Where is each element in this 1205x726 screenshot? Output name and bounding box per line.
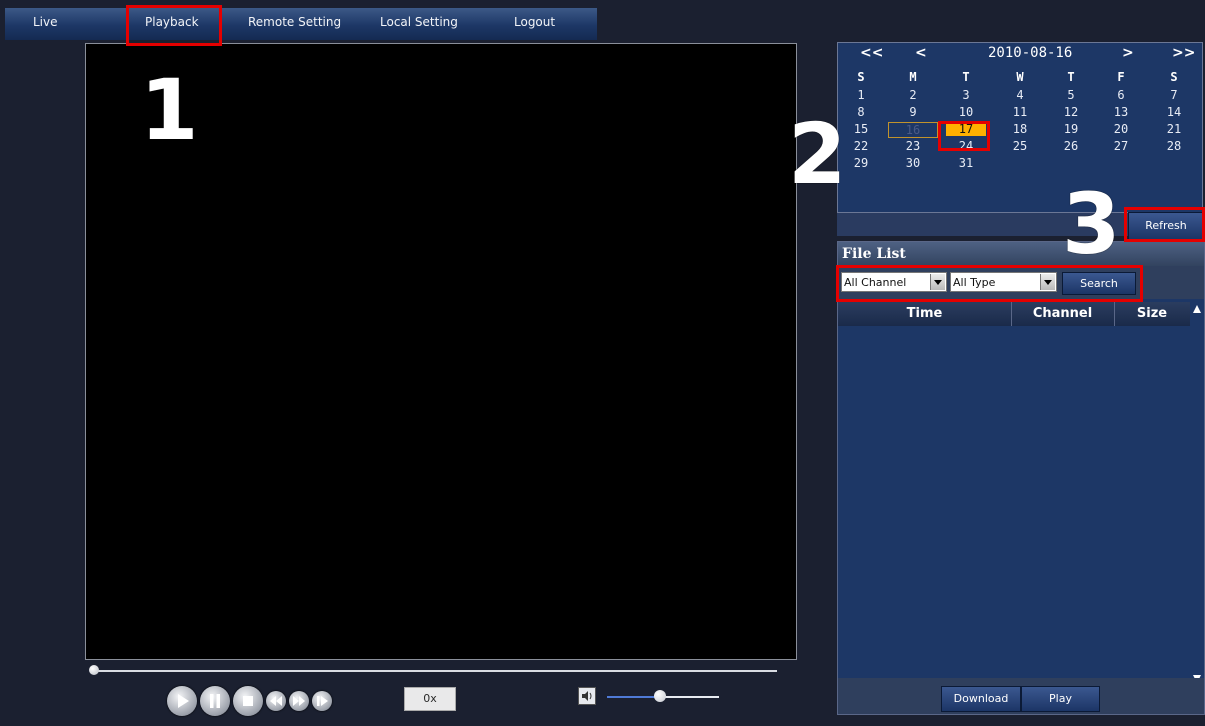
calendar-day[interactable]: 5 [1054, 88, 1088, 102]
calendar-day[interactable]: 18 [1003, 122, 1037, 136]
calendar: << < 2010-08-16 > >> S M T W T F S 1 2 3 4 5 6 7 8 9 10 1… [837, 42, 1203, 213]
calendar-day[interactable]: 22 [844, 139, 878, 153]
stop-button[interactable] [233, 686, 263, 716]
calendar-day[interactable]: 1 [844, 88, 878, 102]
frame-step-icon [317, 696, 328, 706]
calendar-day[interactable]: 21 [1157, 122, 1191, 136]
speaker-icon [582, 691, 592, 701]
nav-logout[interactable]: Logout [514, 15, 555, 29]
calendar-day[interactable]: 14 [1157, 105, 1191, 119]
calendar-day[interactable]: 4 [1003, 88, 1037, 102]
calendar-day[interactable]: 15 [844, 122, 878, 136]
type-select-value: All Type [953, 276, 996, 289]
top-bar: Live Playback Remote Setting Local Setti… [0, 0, 1205, 41]
weekday-header: T [962, 70, 970, 84]
calendar-day[interactable]: 8 [844, 105, 878, 119]
next-month-button[interactable]: > [1122, 45, 1134, 61]
calendar-day[interactable]: 31 [949, 156, 983, 170]
calendar-day[interactable]: 6 [1104, 88, 1138, 102]
scroll-up-icon[interactable] [1192, 304, 1202, 314]
next-year-button[interactable]: >> [1172, 45, 1195, 61]
calendar-day[interactable]: 25 [1003, 139, 1037, 153]
calendar-day[interactable]: 24 [949, 139, 983, 153]
volume-icon[interactable] [578, 687, 596, 705]
weekday-header: S [1170, 70, 1178, 84]
main-nav: Live Playback Remote Setting Local Setti… [5, 8, 597, 41]
weekday-header: M [909, 70, 917, 84]
weekday-header: T [1067, 70, 1075, 84]
calendar-day[interactable]: 13 [1104, 105, 1138, 119]
prev-year-button[interactable]: << [860, 45, 883, 61]
calendar-date-title: 2010-08-16 [988, 45, 1073, 61]
calendar-day[interactable]: 28 [1157, 139, 1191, 153]
weekday-header: W [1016, 70, 1024, 84]
stop-icon [243, 696, 253, 706]
column-header-channel[interactable]: Channel [1011, 302, 1115, 326]
calendar-day[interactable]: 30 [896, 156, 930, 170]
nav-local-setting[interactable]: Local Setting [380, 15, 458, 29]
file-filter-row: All Channel All Type Search [838, 266, 1204, 299]
pause-button[interactable] [200, 686, 230, 716]
weekday-header: S [857, 70, 865, 84]
calendar-day[interactable]: 20 [1104, 122, 1138, 136]
video-display [85, 43, 797, 660]
channel-select[interactable]: All Channel [841, 272, 947, 292]
nav-playback[interactable]: Playback [145, 15, 199, 29]
weekday-header: F [1117, 70, 1125, 84]
nav-remote-setting[interactable]: Remote Setting [248, 15, 341, 29]
playback-progress-handle[interactable] [89, 665, 99, 675]
calendar-day[interactable]: 7 [1157, 88, 1191, 102]
calendar-day[interactable]: 9 [896, 105, 930, 119]
play-button[interactable] [167, 686, 197, 716]
calendar-day-today[interactable]: 16 [888, 122, 938, 138]
calendar-day-selected[interactable]: 17 [946, 122, 986, 136]
nav-live[interactable]: Live [33, 15, 58, 29]
playback-progress-bar[interactable] [93, 670, 777, 672]
rewind-icon [270, 696, 282, 706]
file-list-scrollbar[interactable] [1190, 302, 1204, 686]
rewind-button[interactable] [266, 691, 286, 711]
volume-handle[interactable] [654, 690, 666, 702]
file-list-title: File List [838, 242, 1204, 266]
calendar-day[interactable]: 2 [896, 88, 930, 102]
pause-icon [210, 694, 220, 708]
channel-select-value: All Channel [844, 276, 907, 289]
volume-slider-remainder [661, 696, 719, 698]
playback-speed: 0x [404, 687, 456, 711]
file-table-body [838, 326, 1190, 678]
chevron-down-icon[interactable] [930, 274, 945, 290]
calendar-day[interactable]: 19 [1054, 122, 1088, 136]
column-header-time[interactable]: Time [838, 302, 1012, 326]
type-select[interactable]: All Type [950, 272, 1057, 292]
calendar-header: << < 2010-08-16 > >> [838, 43, 1202, 65]
play-file-button[interactable]: Play [1021, 686, 1100, 712]
fast-forward-icon [293, 696, 305, 706]
calendar-day[interactable]: 23 [896, 139, 930, 153]
calendar-day[interactable]: 29 [844, 156, 878, 170]
fast-forward-button[interactable] [289, 691, 309, 711]
calendar-day[interactable]: 27 [1104, 139, 1138, 153]
download-button[interactable]: Download [941, 686, 1021, 712]
prev-month-button[interactable]: < [915, 45, 927, 61]
chevron-down-icon[interactable] [1040, 274, 1055, 290]
refresh-button[interactable]: Refresh [1128, 212, 1204, 240]
calendar-day[interactable]: 11 [1003, 105, 1037, 119]
calendar-day[interactable]: 12 [1054, 105, 1088, 119]
search-button[interactable]: Search [1062, 272, 1136, 295]
calendar-day[interactable]: 3 [949, 88, 983, 102]
frame-step-button[interactable] [312, 691, 332, 711]
file-list-panel: File List All Channel All Type Search Ti… [837, 241, 1205, 715]
file-list-footer: Download Play [838, 678, 1204, 714]
file-table-header: Time Channel Size [838, 302, 1190, 326]
play-icon [178, 694, 189, 708]
column-header-size[interactable]: Size [1114, 302, 1190, 326]
calendar-day[interactable]: 26 [1054, 139, 1088, 153]
calendar-day[interactable]: 10 [949, 105, 983, 119]
